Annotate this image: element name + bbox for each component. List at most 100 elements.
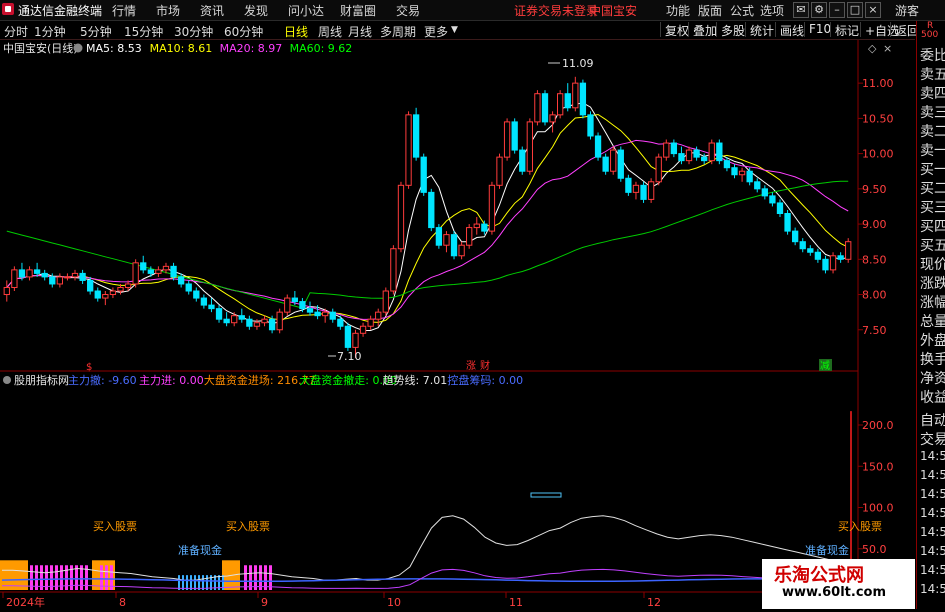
tool-adjust[interactable]: 复权 — [660, 22, 689, 38]
period-tab-60min[interactable]: 60分钟 — [224, 23, 263, 40]
panel-item[interactable]: 外盘 — [920, 330, 945, 350]
user-label[interactable]: 游客 — [895, 2, 919, 19]
panel-item[interactable]: 委比 — [920, 45, 945, 65]
candle-body — [56, 276, 64, 285]
tool-draw[interactable]: 画线 — [775, 22, 804, 38]
maximize-icon[interactable]: □ — [847, 2, 863, 18]
candle-body — [79, 272, 86, 281]
candle-body — [670, 142, 678, 155]
panel-item[interactable]: 卖四 — [920, 83, 945, 103]
candle-body — [26, 269, 33, 278]
x-tick-label: 11 — [509, 596, 523, 609]
ma-value-label: MA60: 9.62 — [290, 42, 353, 55]
chart-option-icon[interactable]: ◇ — [868, 42, 877, 55]
tool-f10[interactable]: F10 — [804, 22, 831, 37]
period-tab-15min[interactable]: 15分钟 — [124, 23, 163, 40]
panel-item[interactable]: 收益 — [920, 387, 945, 407]
menu-quote[interactable]: 行情 — [112, 2, 136, 19]
panel-item[interactable]: 换手 — [920, 349, 945, 369]
menu-function[interactable]: 功能 — [666, 2, 690, 19]
price-tick-label: 10.50 — [862, 112, 894, 125]
candle-body — [428, 191, 435, 229]
menu-discover[interactable]: 发现 — [244, 2, 268, 19]
tool-back[interactable]: 返回 — [890, 22, 919, 38]
tool-multi-stock[interactable]: 多股 — [716, 22, 745, 38]
event-marker-dollar[interactable]: $ — [86, 362, 92, 373]
signal-bar-cyan — [198, 575, 200, 590]
indicator-value-label: 趋势线: 7.01 — [383, 373, 448, 387]
menu-market[interactable]: 市场 — [156, 2, 180, 19]
period-tab-intraday[interactable]: 分时 — [4, 23, 28, 40]
period-tab-daily[interactable]: 日线 — [284, 23, 308, 40]
panel-item[interactable]: 卖一 — [920, 140, 945, 160]
panel-item[interactable]: 交易 — [920, 429, 945, 449]
candle-body — [314, 311, 321, 317]
chat-icon[interactable]: ✉ — [793, 2, 809, 18]
indicator-peak-box — [530, 492, 562, 498]
minimize-icon[interactable]: – — [829, 2, 845, 18]
candle-body — [678, 153, 685, 162]
panel-item[interactable]: 买三 — [920, 197, 945, 217]
candle-body — [3, 286, 10, 296]
chart-close-icon[interactable]: × — [883, 42, 892, 55]
login-status[interactable]: 证券交易未登录 — [514, 2, 598, 19]
panel-item[interactable]: 现价 — [920, 254, 945, 274]
menu-trade[interactable]: 交易 — [396, 2, 420, 19]
trade-time: 14:56 — [920, 563, 945, 577]
candle-body — [443, 234, 450, 246]
panel-item[interactable]: 买二 — [920, 178, 945, 198]
candle-body — [647, 181, 655, 200]
candle-body — [534, 93, 541, 123]
candle-body — [87, 279, 94, 292]
kline-chart[interactable]: 11.00 10.50 10.00 9.50 9.00 8.50 8.00 7.50 200.… — [0, 40, 915, 609]
candle-body — [837, 255, 844, 260]
candle-body — [109, 290, 117, 296]
tool-mark[interactable]: 标记 — [830, 22, 859, 38]
candle-body — [587, 114, 594, 137]
candle-body — [625, 177, 632, 193]
panel-item[interactable]: 涨幅 — [920, 292, 945, 312]
period-tab-30min[interactable]: 30分钟 — [174, 23, 213, 40]
tool-overlay[interactable]: 叠加 — [688, 22, 717, 38]
chart-area[interactable]: 11.00 10.50 10.00 9.50 9.00 8.50 8.00 7.50 200.… — [0, 40, 915, 609]
close-icon[interactable]: × — [865, 2, 881, 18]
tool-statistics[interactable]: 统计 — [745, 22, 774, 38]
panel-item[interactable]: 净资 — [920, 368, 945, 388]
candle-body — [557, 93, 564, 116]
panel-item[interactable]: 卖五 — [920, 64, 945, 84]
panel-item[interactable]: 买一 — [920, 159, 945, 179]
chart-settings-icon[interactable] — [73, 43, 83, 53]
event-marker-reduce[interactable]: 减 — [820, 360, 830, 372]
event-marker-rise[interactable]: 涨 — [466, 360, 476, 372]
trade-time: 14:56 — [920, 525, 945, 539]
settings-icon[interactable]: ⚙ — [811, 2, 827, 18]
panel-item[interactable]: 涨跌 — [920, 273, 945, 293]
period-tab-weekly[interactable]: 周线 — [318, 23, 342, 40]
panel-item[interactable]: 买四 — [920, 216, 945, 236]
event-marker-finance[interactable]: 财 — [480, 359, 490, 372]
more-dropdown-icon[interactable]: ▼ — [451, 25, 458, 35]
candle-body — [49, 276, 56, 285]
candle-body — [822, 258, 829, 271]
candle-body — [147, 269, 154, 274]
menu-news[interactable]: 资讯 — [200, 2, 224, 19]
period-tab-monthly[interactable]: 月线 — [348, 23, 372, 40]
period-tab-5min[interactable]: 5分钟 — [80, 23, 112, 40]
period-tab-1min[interactable]: 1分钟 — [34, 23, 66, 40]
candle-body — [473, 223, 480, 229]
menu-layout[interactable]: 版面 — [698, 2, 722, 19]
period-tab-more[interactable]: 更多 — [424, 23, 448, 40]
indicator-settings-icon[interactable] — [3, 376, 11, 384]
main-force-line — [1, 578, 851, 583]
panel-item[interactable]: 总量 — [920, 311, 945, 331]
period-tab-multi[interactable]: 多周期 — [380, 23, 416, 40]
panel-item[interactable]: 买五 — [920, 235, 945, 255]
menu-options[interactable]: 选项 — [760, 2, 784, 19]
panel-item[interactable]: 卖三 — [920, 102, 945, 122]
menu-ask[interactable]: 问小达 — [288, 2, 324, 19]
panel-item[interactable]: 卖二 — [920, 121, 945, 141]
menu-formula[interactable]: 公式 — [730, 2, 754, 19]
panel-item[interactable]: 自动 — [920, 410, 945, 430]
candle-body — [640, 184, 647, 200]
menu-wealth[interactable]: 财富圈 — [340, 2, 376, 19]
